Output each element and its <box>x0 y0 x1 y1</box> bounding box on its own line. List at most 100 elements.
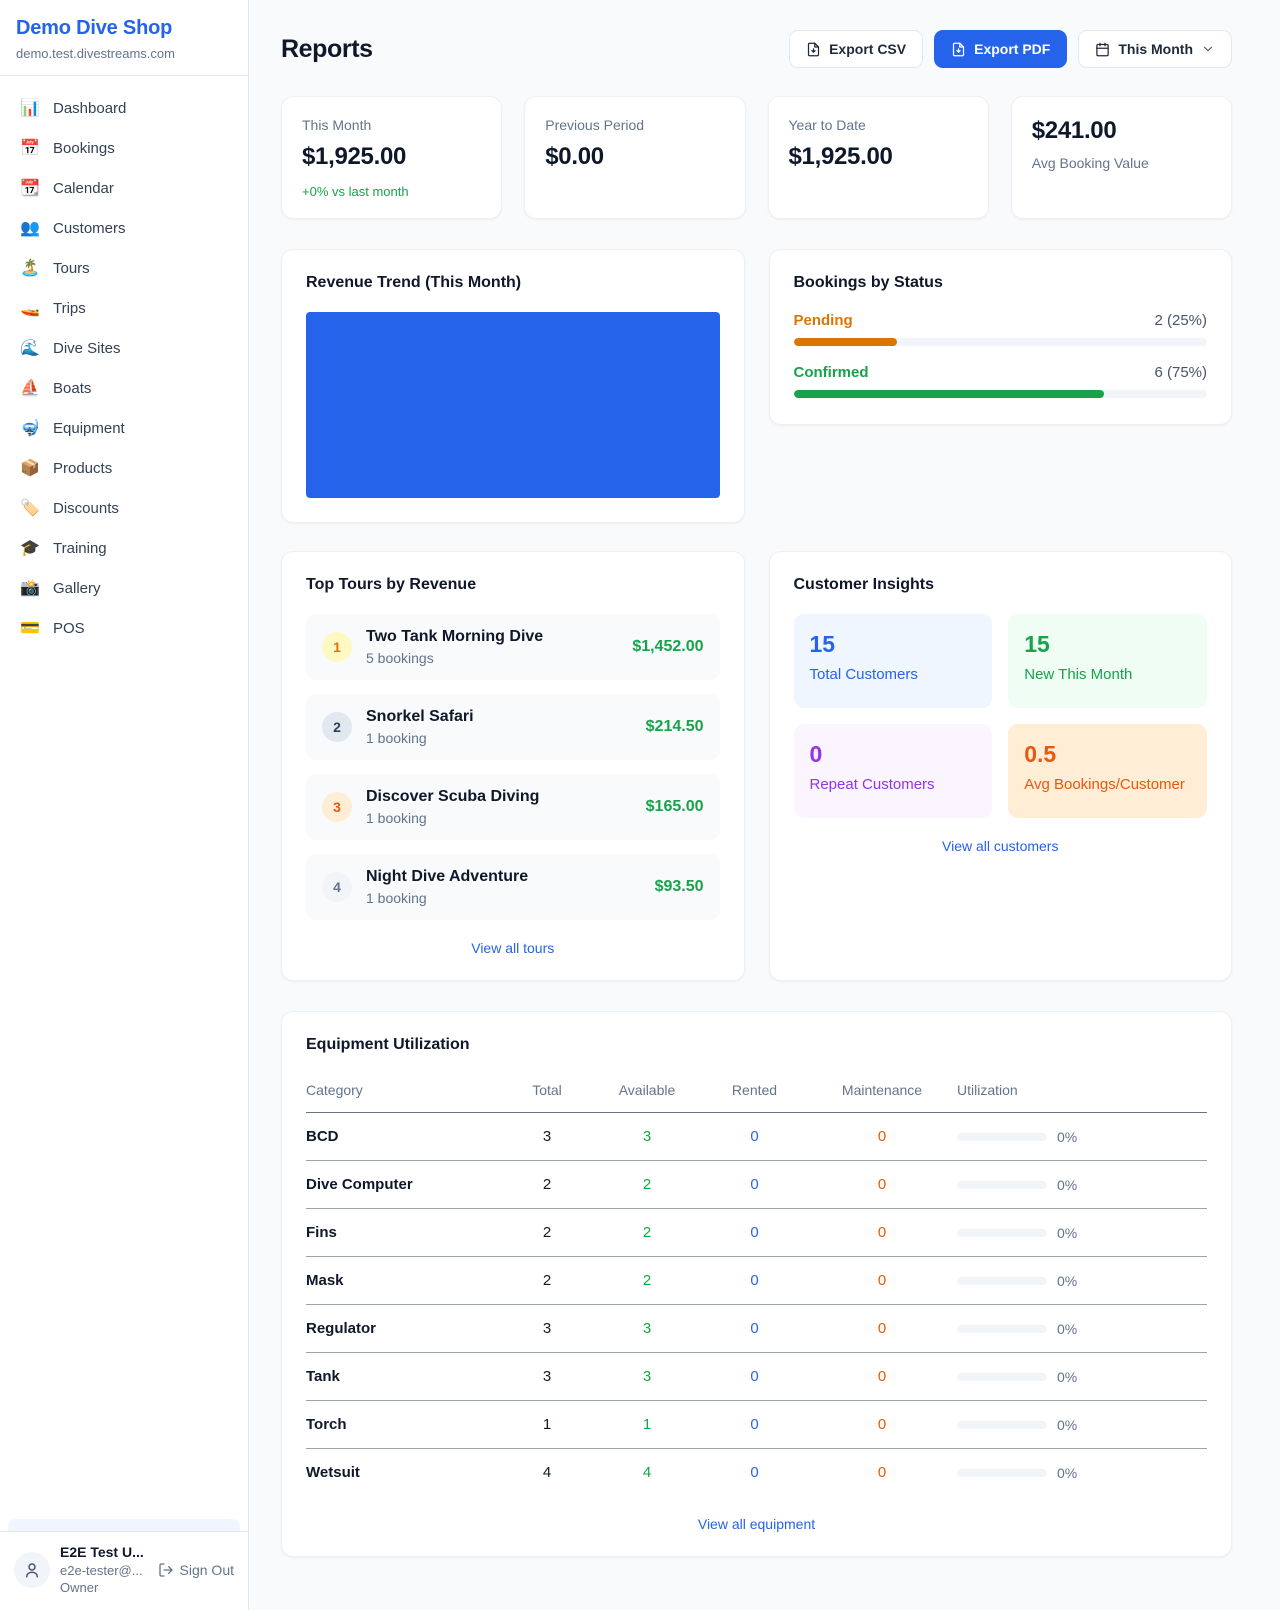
table-row: Torch 1 1 0 0 0% <box>306 1401 1207 1449</box>
period-dropdown[interactable]: This Month <box>1078 30 1232 68</box>
table-row: Dive Computer 2 2 0 0 0% <box>306 1161 1207 1209</box>
sailboat-icon: ⛵ <box>20 378 40 398</box>
table-row: Mask 2 2 0 0 0% <box>306 1257 1207 1305</box>
insight-value: 15 <box>810 631 977 658</box>
export-csv-button[interactable]: Export CSV <box>789 30 923 68</box>
stat-label: Avg Booking Value <box>1032 155 1211 171</box>
camera-flash-icon: 📸 <box>20 578 40 598</box>
tour-row: 1 Two Tank Morning Dive 5 bookings $1,45… <box>306 614 720 680</box>
stat-label: This Month <box>302 117 481 133</box>
cell-rented: 0 <box>702 1113 807 1161</box>
view-all-customers-link[interactable]: View all customers <box>794 838 1208 854</box>
tour-list: 1 Two Tank Morning Dive 5 bookings $1,45… <box>306 614 720 920</box>
column-header-total: Total <box>502 1074 592 1113</box>
cell-category: Fins <box>306 1209 502 1257</box>
label-tag-icon: 🏷️ <box>20 498 40 518</box>
cell-rented: 0 <box>702 1353 807 1401</box>
cell-rented: 0 <box>702 1257 807 1305</box>
utilization-bar-track <box>957 1133 1047 1141</box>
file-down-icon <box>806 42 821 57</box>
cell-maintenance: 0 <box>807 1449 957 1497</box>
stat-card-avg-booking-value: $241.00 Avg Booking Value <box>1011 96 1232 219</box>
insight-tile: 15 New This Month <box>1008 614 1207 708</box>
brand-name[interactable]: Demo Dive Shop <box>16 17 232 40</box>
sidebar-item-training[interactable]: 🎓 Training <box>8 528 240 568</box>
sidebar-item-discounts[interactable]: 🏷️ Discounts <box>8 488 240 528</box>
equipment-utilization-card: Equipment Utilization Category Total Ava… <box>281 1011 1232 1557</box>
sidebar-item-bookings[interactable]: 📅 Bookings <box>8 128 240 168</box>
sidebar-item-boats[interactable]: ⛵ Boats <box>8 368 240 408</box>
sidebar-item-gallery[interactable]: 📸 Gallery <box>8 568 240 608</box>
sidebar-item-label: POS <box>53 620 85 637</box>
sidebar-item-label: Products <box>53 460 112 477</box>
sidebar-item-products[interactable]: 📦 Products <box>8 448 240 488</box>
status-bar-fill <box>794 390 1104 398</box>
sidebar-item-reports-partial[interactable] <box>8 1519 240 1531</box>
sign-out-button[interactable]: Sign Out <box>158 1562 234 1578</box>
insight-tile: 0 Repeat Customers <box>794 724 993 818</box>
cell-maintenance: 0 <box>807 1209 957 1257</box>
cell-category: Tank <box>306 1353 502 1401</box>
sidebar-item-pos[interactable]: 💳 POS <box>8 608 240 648</box>
equipment-table: Category Total Available Rented Maintena… <box>306 1074 1207 1496</box>
speedboat-icon: 🚤 <box>20 298 40 318</box>
utilization-bar-track <box>957 1325 1047 1333</box>
cell-total: 1 <box>502 1401 592 1449</box>
status-row: Confirmed 6 (75%) <box>794 364 1208 398</box>
cell-available: 3 <box>592 1305 702 1353</box>
brand-domain: demo.test.divestreams.com <box>16 46 232 61</box>
sidebar-item-label: Boats <box>53 380 91 397</box>
sidebar-item-label: Dashboard <box>53 100 126 117</box>
cell-rented: 0 <box>702 1161 807 1209</box>
cell-total: 2 <box>502 1257 592 1305</box>
tour-name: Snorkel Safari <box>366 708 474 726</box>
utilization-bar-track <box>957 1469 1047 1477</box>
tear-off-calendar-icon: 📆 <box>20 178 40 198</box>
avatar <box>14 1552 50 1588</box>
insight-tile: 0.5 Avg Bookings/Customer <box>1008 724 1207 818</box>
utilization-bar-track <box>957 1421 1047 1429</box>
view-all-tours-link[interactable]: View all tours <box>306 940 720 956</box>
sidebar-item-dive-sites[interactable]: 🌊 Dive Sites <box>8 328 240 368</box>
stat-card-year-to-date: Year to Date $1,925.00 <box>768 96 989 219</box>
column-header-available: Available <box>592 1074 702 1113</box>
insight-value: 0.5 <box>1024 741 1191 768</box>
column-header-maintenance: Maintenance <box>807 1074 957 1113</box>
cell-available: 2 <box>592 1209 702 1257</box>
user-panel: E2E Test U... e2e-tester@... Owner Sign … <box>0 1531 248 1610</box>
sidebar-item-equipment[interactable]: 🤿 Equipment <box>8 408 240 448</box>
tour-bookings: 1 booking <box>366 810 539 826</box>
cell-utilization: 0% <box>1057 1273 1077 1289</box>
stat-value: $1,925.00 <box>302 143 481 171</box>
sidebar-item-tours[interactable]: 🏝️ Tours <box>8 248 240 288</box>
sidebar-item-dashboard[interactable]: 📊 Dashboard <box>8 88 240 128</box>
cell-rented: 0 <box>702 1209 807 1257</box>
sidebar-item-customers[interactable]: 👥 Customers <box>8 208 240 248</box>
table-row: Fins 2 2 0 0 0% <box>306 1209 1207 1257</box>
cell-maintenance: 0 <box>807 1353 957 1401</box>
cell-total: 2 <box>502 1209 592 1257</box>
sidebar-item-label: Trips <box>53 300 86 317</box>
status-row: Pending 2 (25%) <box>794 312 1208 346</box>
status-value: 6 (75%) <box>1154 364 1207 381</box>
cell-category: Torch <box>306 1401 502 1449</box>
stats-row: This Month $1,925.00 +0% vs last month P… <box>281 96 1232 219</box>
cell-utilization: 0% <box>1057 1177 1077 1193</box>
rank-badge: 2 <box>322 712 352 742</box>
export-pdf-button[interactable]: Export PDF <box>934 30 1067 68</box>
stat-value: $241.00 <box>1032 117 1211 145</box>
sidebar-item-label: Discounts <box>53 500 119 517</box>
export-csv-label: Export CSV <box>829 41 906 57</box>
export-pdf-label: Export PDF <box>974 41 1050 57</box>
sidebar-item-trips[interactable]: 🚤 Trips <box>8 288 240 328</box>
cell-category: Wetsuit <box>306 1449 502 1497</box>
cell-maintenance: 0 <box>807 1401 957 1449</box>
customer-insights-card: Customer Insights 15 Total Customers 15 … <box>769 551 1233 981</box>
sidebar-item-calendar[interactable]: 📆 Calendar <box>8 168 240 208</box>
stat-value: $1,925.00 <box>789 143 968 171</box>
tour-bookings: 1 booking <box>366 890 528 906</box>
sidebar-nav: 📊 Dashboard 📅 Bookings 📆 Calendar 👥 Cust… <box>0 76 248 1519</box>
view-all-equipment-link[interactable]: View all equipment <box>306 1516 1207 1532</box>
equipment-utilization-title: Equipment Utilization <box>306 1036 1207 1054</box>
sidebar-item-label: Customers <box>53 220 126 237</box>
